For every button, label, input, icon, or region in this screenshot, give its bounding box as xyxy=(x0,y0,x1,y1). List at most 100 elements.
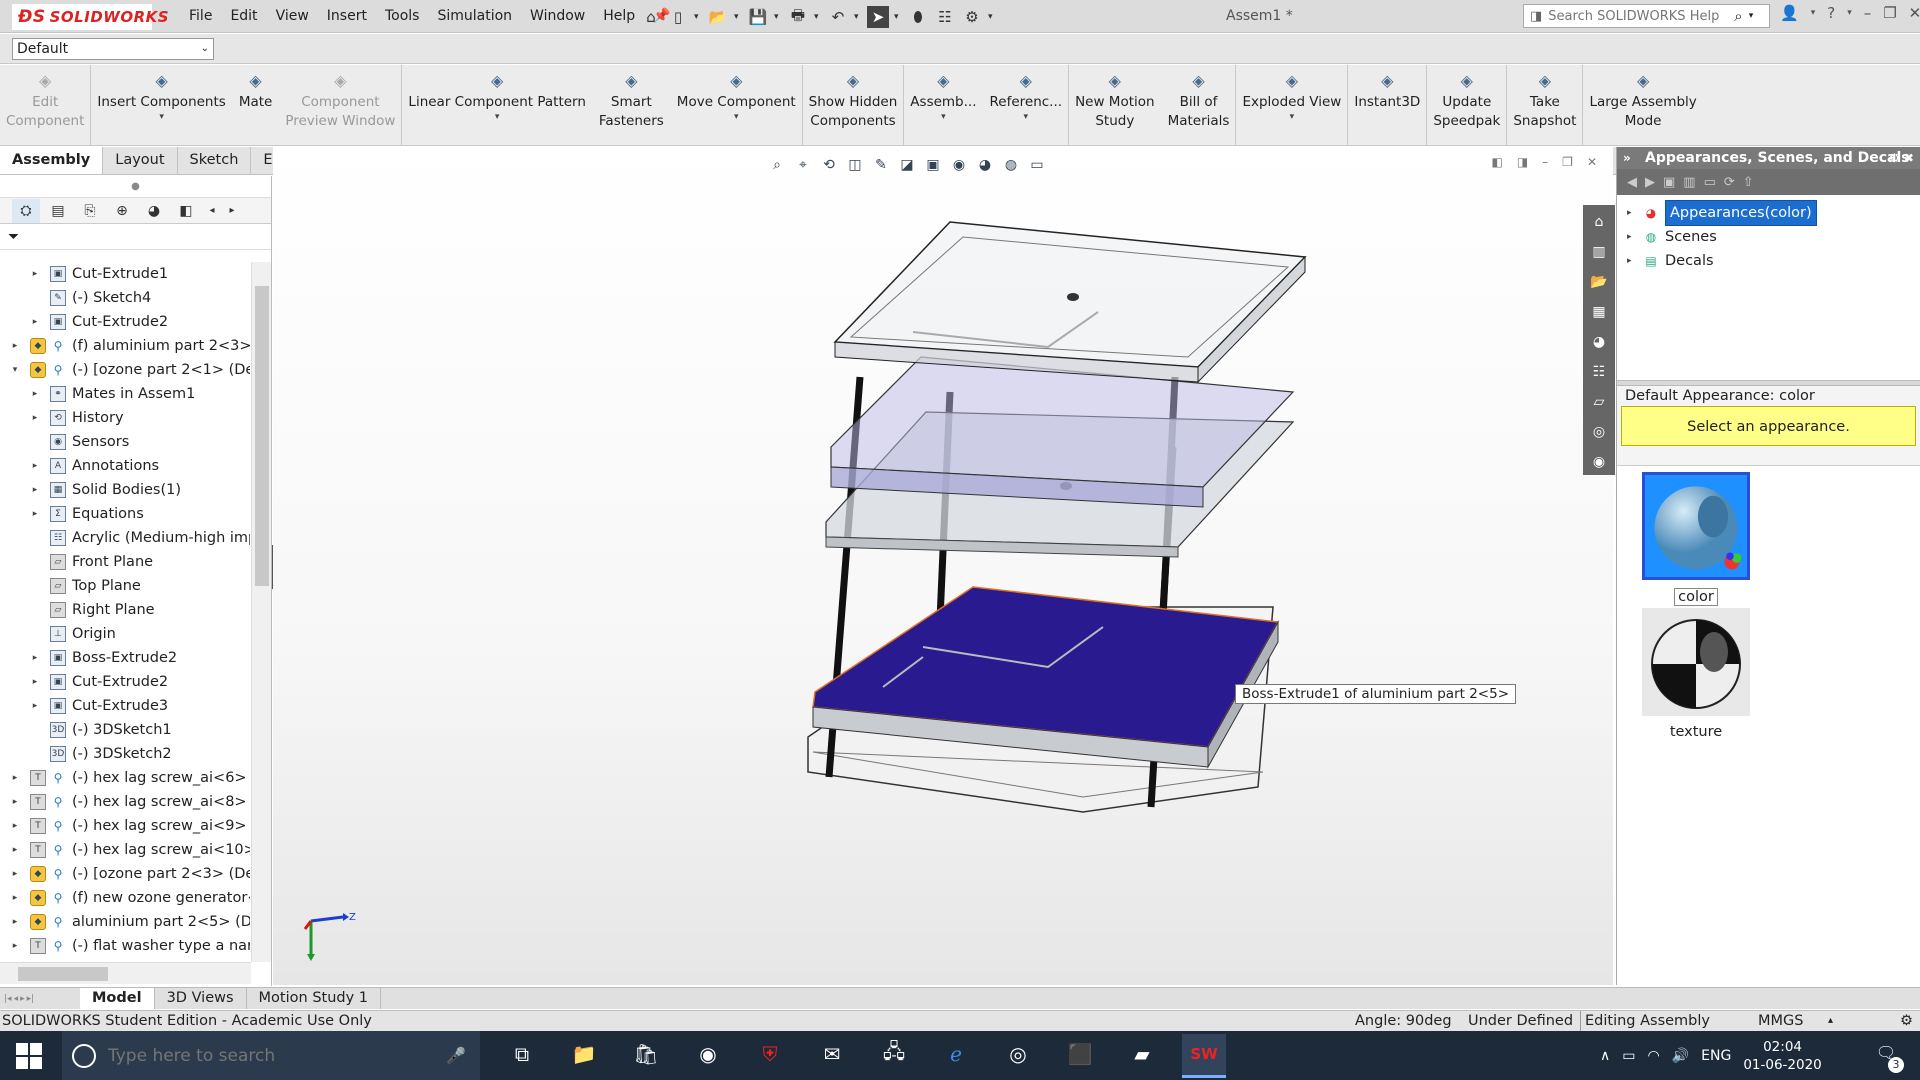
collapse-arrow-icon[interactable]: ▾ xyxy=(10,358,20,382)
viewport-close-icon[interactable]: ✕ xyxy=(1587,155,1597,169)
instant3d-button[interactable]: ◈ Instant3D xyxy=(1348,65,1428,146)
chrome-icon[interactable]: ◉ xyxy=(686,1034,730,1078)
tree-item[interactable]: ▾ ◆ ⚲ (-) [ozone part 2<1> (Defa xyxy=(0,358,250,382)
tree-item[interactable]: ▸ T ⚲ (-) hex lag screw_ai<6> (H xyxy=(0,766,250,790)
open-dropdown-icon[interactable]: ▾ xyxy=(734,12,742,22)
add-folder-icon[interactable]: ▣ xyxy=(1663,175,1675,190)
expand-arrow-icon[interactable]: ▸ xyxy=(30,454,40,478)
chevron-down-icon[interactable]: ▾ xyxy=(941,112,946,122)
file-properties-icon[interactable]: ☷ xyxy=(934,6,956,28)
tree-horizontal-scrollbar[interactable] xyxy=(0,962,251,984)
tree-item[interactable]: ▸ ▦ Solid Bodies(1) xyxy=(0,478,250,502)
view-palette-icon[interactable]: ▦ xyxy=(1586,299,1612,325)
select-pointer-icon[interactable]: ➤ xyxy=(867,6,889,28)
tree-item[interactable]: ▸ A Annotations xyxy=(0,454,250,478)
tree-item[interactable]: ▱ Right Plane xyxy=(0,598,250,622)
tree-item[interactable]: ▸ ▣ Cut-Extrude2 xyxy=(0,670,250,694)
open-icon[interactable]: 📂 xyxy=(707,6,729,28)
pane-options-icon[interactable]: ⚙ ✖ xyxy=(1889,147,1914,169)
tray-expand-icon[interactable]: ∧ xyxy=(1600,1048,1610,1064)
last-tab-icon[interactable]: ▸| xyxy=(27,994,35,1004)
back-icon[interactable]: ◀ xyxy=(1627,175,1637,190)
save-dropdown-icon[interactable]: ▾ xyxy=(774,12,782,22)
display-manager-tab-icon[interactable]: ◕ xyxy=(140,199,168,223)
configuration-manager-tab-icon[interactable]: ⎘ xyxy=(76,199,104,223)
taskbar-search[interactable]: 🎤 xyxy=(62,1031,480,1080)
appearance-tree-item[interactable]: ▸ ◕ Appearances(color) xyxy=(1617,200,1920,226)
assembly-model[interactable] xyxy=(273,147,1613,985)
rebuild-icon[interactable]: ⬮ xyxy=(907,6,929,28)
undo-dropdown-icon[interactable]: ▾ xyxy=(854,12,862,22)
tree-item[interactable]: ▸ T ⚲ (-) hex lag screw_ai<10> (H xyxy=(0,838,250,862)
panel-collapse-handle[interactable]: ● xyxy=(0,176,271,198)
expand-arrow-icon[interactable]: ▸ xyxy=(10,862,20,886)
tree-item[interactable]: ▸ ⚭ Mates in Assem1 xyxy=(0,382,250,406)
save-icon[interactable]: 💾 xyxy=(747,6,769,28)
move-component-button[interactable]: ◈ Move Component ▾ xyxy=(671,65,803,146)
microphone-icon[interactable]: 🎤 xyxy=(446,1046,466,1065)
expand-arrow-icon[interactable]: ▸ xyxy=(30,382,40,406)
expand-arrow-icon[interactable]: ▸ xyxy=(30,646,40,670)
scrollbar-thumb[interactable] xyxy=(255,286,269,586)
expand-arrow-icon[interactable]: ▸ xyxy=(30,670,40,694)
edit-appearance-icon[interactable]: ◕ xyxy=(975,155,995,175)
tree-item[interactable]: ◉ Sensors xyxy=(0,430,250,454)
menu-help[interactable]: Help xyxy=(594,0,644,33)
motion-study-button[interactable]: ◈ New Motion Study xyxy=(1069,65,1162,146)
large-assembly-button[interactable]: ◈ Large Assembly Mode xyxy=(1583,65,1703,146)
expand-arrow-icon[interactable]: ▸ xyxy=(10,766,20,790)
tab-scroll-right-icon[interactable]: ▸ xyxy=(224,199,240,223)
menu-insert[interactable]: Insert xyxy=(318,0,376,33)
minimize-icon[interactable]: – xyxy=(1864,4,1872,22)
expand-arrow-icon[interactable]: ▸ xyxy=(10,838,20,862)
appearances-tab-icon[interactable]: ◕ xyxy=(1586,329,1612,355)
configuration-select[interactable]: Default ⌄ xyxy=(12,38,214,60)
previous-view-icon[interactable]: ⟲ xyxy=(819,155,839,175)
menu-view[interactable]: View xyxy=(267,0,318,33)
appearance-tree-item[interactable]: ▸ ▤ Decals xyxy=(1617,249,1920,273)
volume-icon[interactable]: 🔊 xyxy=(1672,1048,1689,1064)
tree-item[interactable]: ▱ Front Plane xyxy=(0,550,250,574)
tree-vertical-scrollbar[interactable] xyxy=(251,262,271,962)
assembly-features-button[interactable]: ◈ Assemb... ▾ xyxy=(904,65,983,146)
viewport-tile-icon[interactable]: ◧ xyxy=(1491,155,1502,169)
language-indicator[interactable]: ENG xyxy=(1701,1048,1731,1064)
next-tab-icon[interactable]: ▸ xyxy=(20,994,25,1004)
restore-icon[interactable]: ❐ xyxy=(1883,4,1896,22)
expand-arrow-icon[interactable]: ▸ xyxy=(30,502,40,526)
search-dropdown-icon[interactable]: ▾ xyxy=(1749,11,1754,21)
expand-arrow-icon[interactable]: ▸ xyxy=(10,934,20,958)
chevron-down-icon[interactable]: ▾ xyxy=(495,112,500,122)
tree-item[interactable]: ⊥ Origin xyxy=(0,622,250,646)
tree-item[interactable]: ✎ (-) Sketch4 xyxy=(0,286,250,310)
zoom-to-fit-icon[interactable]: ⌕ xyxy=(767,155,787,175)
task-view-icon[interactable]: ⧉ xyxy=(500,1034,544,1078)
tree-item[interactable]: ▸ T ⚲ (-) hex lag screw_ai<9> (H xyxy=(0,814,250,838)
dynamic-annotation-icon[interactable]: ✎ xyxy=(871,155,891,175)
appearance-tree-item[interactable]: ▸ ◍ Scenes xyxy=(1617,225,1920,249)
tree-item[interactable]: ▸ ▣ Cut-Extrude2 xyxy=(0,310,250,334)
cam-tab-icon[interactable]: ◧ xyxy=(172,199,200,223)
tree-item[interactable]: ▸ T ⚲ (-) flat washer type a narro xyxy=(0,934,250,958)
bom-button[interactable]: ◈ Bill of Materials xyxy=(1162,65,1237,146)
file-explorer-app-icon[interactable]: 📁 xyxy=(562,1034,606,1078)
smart-fasteners-button[interactable]: ◈ Smart Fasteners xyxy=(593,65,671,146)
tree-item[interactable]: 3D (-) 3DSketch2 xyxy=(0,742,250,766)
tree-item[interactable]: ▸ T ⚲ (-) hex lag screw_ai<8> (H xyxy=(0,790,250,814)
expand-arrow-icon[interactable]: ▸ xyxy=(10,886,20,910)
section-view-icon[interactable]: ◫ xyxy=(845,155,865,175)
collapse-chevrons-icon[interactable]: » xyxy=(1623,147,1631,169)
forum-icon[interactable]: ▱ xyxy=(1586,389,1612,415)
sw-connected-icon[interactable]: ◎ xyxy=(1586,419,1612,445)
tree-item[interactable]: ☷ Acrylic (Medium-high impa xyxy=(0,526,250,550)
up-icon[interactable]: ⇧ xyxy=(1743,175,1754,190)
first-tab-icon[interactable]: |◂ xyxy=(4,994,12,1004)
status-units[interactable]: MMGS xyxy=(1758,1011,1803,1031)
display-style-icon[interactable]: ▣ xyxy=(923,155,943,175)
taskbar-clock[interactable]: 02:04 01-06-2020 xyxy=(1743,1038,1821,1074)
tree-filter[interactable]: ⏷ xyxy=(0,224,271,250)
tree-item[interactable]: ▸ ◆ ⚲ aluminium part 2<5> (Def xyxy=(0,910,250,934)
expand-arrow-icon[interactable]: ▸ xyxy=(30,406,40,430)
search-icon[interactable]: ⌕ xyxy=(1734,7,1742,25)
filter-icon[interactable]: ⏷ xyxy=(8,229,19,245)
